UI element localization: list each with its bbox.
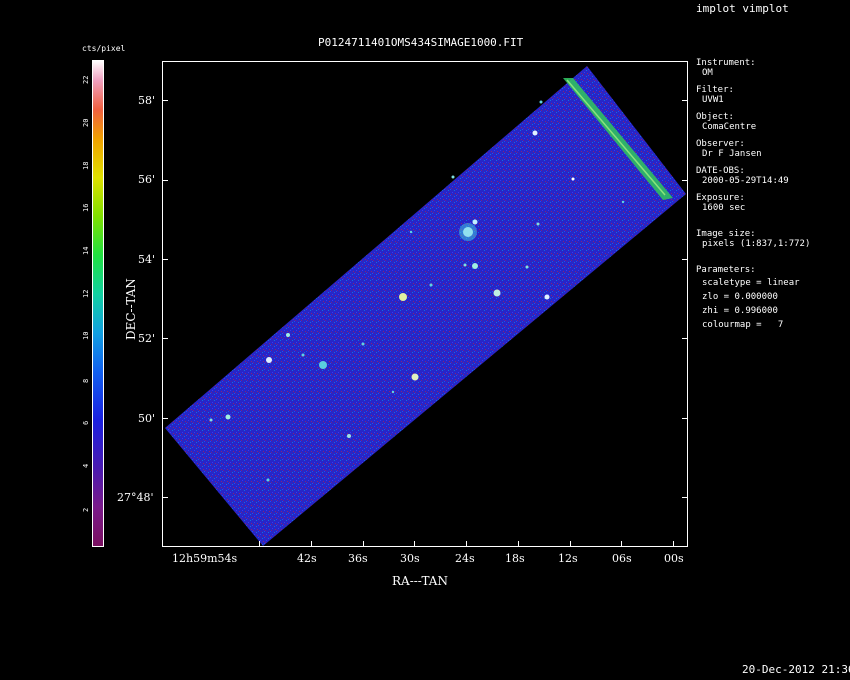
x-tick-label: 06s — [612, 552, 632, 565]
x-tick-label: 12h59m54s — [172, 552, 238, 565]
x-tick-label: 36s — [348, 552, 368, 565]
x-tick-label: 18s — [505, 552, 525, 565]
image-plot-area[interactable] — [162, 61, 688, 547]
timestamp: 20-Dec-2012 21:36 — [742, 663, 850, 676]
observer-value: Dr F Jansen — [702, 149, 762, 159]
colorbar-label: cts/pixel — [82, 44, 126, 53]
image-size-label: Image size: — [696, 229, 756, 239]
object-label: Object: — [696, 112, 734, 122]
plot-title: P0124711401OMS434SIMAGE1000.FIT — [318, 36, 524, 49]
info-panel: Instrument: OM Filter: UVW1 Object: Coma… — [696, 58, 846, 330]
instrument-label: Instrument: — [696, 58, 756, 68]
colorbar-tick: 18 — [82, 161, 90, 170]
image-size-value: pixels (1:837,1:772) — [702, 239, 811, 249]
param-colourmap: colourmap = 7 — [702, 320, 784, 330]
parameters-label: Parameters: — [696, 265, 756, 275]
y-tick-label: 56' — [138, 173, 156, 186]
y-tick-label: 27°48' — [117, 491, 154, 504]
date-obs-label: DATE-OBS: — [696, 166, 745, 176]
colorbar-tick: 20 — [82, 118, 90, 127]
y-tick-label: 54' — [138, 253, 156, 266]
sky-image — [165, 66, 686, 546]
colorbar-tick: 4 — [82, 463, 90, 468]
instrument-value: OM — [702, 68, 713, 78]
app-title: implot vimplot — [696, 2, 789, 15]
colorbar-tick: 16 — [82, 203, 90, 212]
x-tick-label: 42s — [297, 552, 317, 565]
colorbar-tick: 12 — [82, 289, 90, 298]
colorbar-tick: 22 — [82, 75, 90, 84]
x-tick-label: 12s — [558, 552, 578, 565]
observer-label: Observer: — [696, 139, 745, 149]
colorbar-tick: 8 — [82, 378, 90, 383]
colorbar-tick: 6 — [82, 420, 90, 425]
x-tick-label: 00s — [664, 552, 684, 565]
x-axis-label: RA---TAN — [392, 574, 448, 588]
colorbar-tick: 2 — [82, 507, 90, 512]
exposure-value: 1600 sec — [702, 203, 746, 213]
colorbar-tick: 14 — [82, 246, 90, 255]
param-zhi: zhi = 0.996000 — [702, 306, 778, 316]
y-tick-label: 50' — [138, 412, 156, 425]
object-value: ComaCentre — [702, 122, 757, 132]
x-tick-label: 24s — [455, 552, 475, 565]
y-tick-label: 58' — [138, 94, 156, 107]
image-footprint — [165, 66, 686, 546]
x-tick-label: 30s — [400, 552, 420, 565]
filter-label: Filter: — [696, 85, 734, 95]
param-zlo: zlo = 0.000000 — [702, 292, 778, 302]
param-scaletype: scaletype = linear — [702, 278, 800, 288]
exposure-label: Exposure: — [696, 193, 745, 203]
y-axis-label: DEC--TAN — [124, 278, 138, 340]
filter-value: UVW1 — [702, 95, 724, 105]
y-tick-label: 52' — [138, 332, 156, 345]
colorbar-tick: 10 — [82, 331, 90, 340]
date-obs-value: 2000-05-29T14:49 — [702, 176, 789, 186]
colorbar — [92, 60, 104, 547]
